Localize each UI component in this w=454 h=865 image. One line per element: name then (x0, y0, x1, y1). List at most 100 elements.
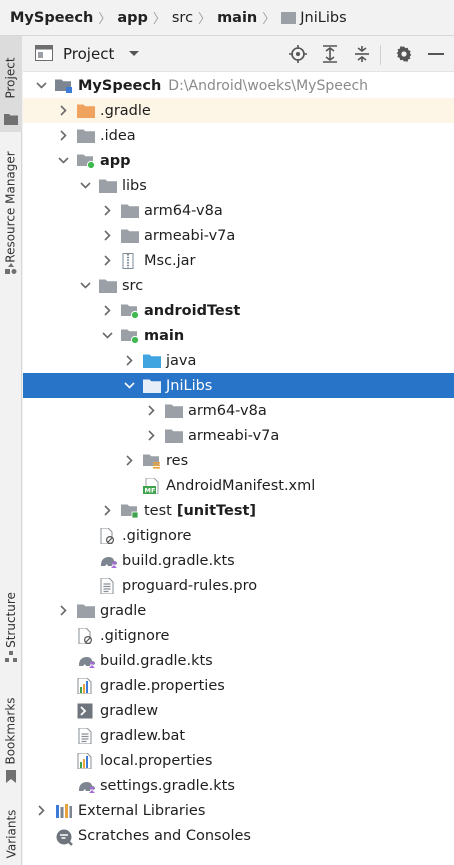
tree-node-arm64-v8a[interactable]: arm64-v8a (23, 198, 454, 223)
chevron-right-icon[interactable] (101, 505, 113, 517)
tree-node-src[interactable]: src (23, 273, 454, 298)
chevron-down-icon[interactable] (123, 380, 135, 392)
gradle-kts-icon (77, 653, 95, 669)
breadcrumb-label: main (217, 9, 258, 26)
tree-node-label: test (144, 502, 172, 519)
tree-node-label: gradlew.bat (100, 727, 186, 744)
tree-node-jnilibs[interactable]: JniLibs (23, 373, 454, 398)
locate-button[interactable] (288, 44, 308, 64)
scratches-icon (55, 828, 73, 846)
tree-node-label: .gitignore (100, 627, 170, 644)
tree-node-libs[interactable]: libs (23, 173, 454, 198)
tree-node-gitignore[interactable]: .gitignore (23, 523, 454, 548)
view-mode-selector[interactable]: Project (63, 45, 140, 63)
tree-node-gradlew-bat[interactable]: gradlew.bat (23, 723, 454, 748)
chevron-right-icon[interactable] (35, 805, 47, 817)
settings-icon (396, 46, 412, 62)
chevron-right-icon[interactable] (101, 255, 113, 267)
tree-node-build-gradle-kts[interactable]: build.gradle.kts (23, 648, 454, 673)
tree-node-label: main (144, 327, 185, 344)
breadcrumb: MySpeech 〉 app 〉 src 〉 main 〉 JniLibs (0, 0, 454, 36)
tree-node-gradle[interactable]: .gradle (23, 98, 454, 123)
tree-node-label: arm64-v8a (144, 202, 223, 219)
chevron-right-icon[interactable] (101, 305, 113, 317)
text-file-icon (77, 727, 95, 744)
expand-all-button[interactable] (320, 44, 340, 64)
tree-node-gitignore[interactable]: .gitignore (23, 623, 454, 648)
folder-icon (165, 403, 183, 419)
breadcrumb-item-src[interactable]: src (172, 10, 193, 26)
folder-icon (143, 378, 161, 394)
chevron-right-icon[interactable] (57, 130, 69, 142)
collapse-all-icon (355, 46, 369, 62)
tree-node-gradlew[interactable]: gradlew (23, 698, 454, 723)
tree-node-label: AndroidManifest.xml (166, 477, 316, 494)
gradle-kts-icon (77, 778, 95, 794)
structure-icon (5, 651, 17, 662)
chevron-down-icon[interactable] (57, 155, 69, 167)
breadcrumb-item-app[interactable]: app (117, 10, 148, 26)
chevron-right-icon[interactable] (57, 105, 69, 117)
module-app-icon (77, 153, 96, 169)
tree-node-label: src (122, 277, 144, 294)
tree-node-local-properties[interactable]: local.properties (23, 748, 454, 773)
tree-node-label: gradlew (100, 702, 159, 719)
tree-node-armeabi-v7a[interactable]: armeabi-v7a (23, 423, 454, 448)
chevron-right-icon[interactable] (145, 405, 157, 417)
settings-button[interactable] (394, 44, 414, 64)
libraries-icon (55, 803, 73, 819)
tree-node-build-gradle-kts[interactable]: build.gradle.kts (23, 548, 454, 573)
tool-tab-variants[interactable]: Variants (0, 804, 22, 864)
tree-node-androidtest[interactable]: androidTest (23, 298, 454, 323)
chevron-right-icon[interactable] (145, 430, 157, 442)
tree-node-res[interactable]: res (23, 448, 454, 473)
tree-node-idea[interactable]: .idea (23, 123, 454, 148)
tree-node-label: Msc.jar (144, 252, 196, 269)
resource-manager-icon (5, 263, 17, 274)
gitignore-icon (77, 627, 95, 644)
hide-panel-button[interactable] (426, 44, 446, 64)
folder-icon (121, 203, 139, 219)
chevron-down-icon[interactable] (35, 80, 47, 92)
tree-node-gradle[interactable]: gradle (23, 598, 454, 623)
tree-node-app[interactable]: app (23, 148, 454, 173)
tree-node-msc-jar[interactable]: Msc.jar (23, 248, 454, 273)
tree-node-myspeech[interactable]: MySpeech D:\Android\woeks\MySpeech (23, 73, 454, 98)
breadcrumb-item-main[interactable]: main (217, 10, 257, 26)
tool-tab-project[interactable]: Project (0, 36, 22, 132)
chevron-right-icon[interactable] (57, 605, 69, 617)
tree-node-label: androidTest (144, 302, 241, 319)
chevron-right-icon[interactable] (123, 355, 135, 367)
tree-node-armeabi-v7a[interactable]: armeabi-v7a (23, 223, 454, 248)
tree-node-test[interactable]: test [unitTest] (23, 498, 454, 523)
chevron-right-icon[interactable] (101, 230, 113, 242)
tree-node-label: JniLibs (166, 377, 213, 394)
chevron-down-icon[interactable] (79, 280, 91, 292)
tree-node-label: proguard-rules.pro (122, 577, 258, 594)
tool-tab-structure[interactable]: Structure (0, 586, 22, 666)
tree-node-proguard-rules-pro[interactable]: proguard-rules.pro (23, 573, 454, 598)
tool-tab-project-label: Project (4, 57, 18, 99)
tree-node-scratches-and-consoles[interactable]: Scratches and Consoles (23, 823, 454, 848)
chevron-down-icon[interactable] (79, 180, 91, 192)
project-path: D:\Android\woeks\MySpeech (168, 77, 369, 94)
tool-tab-resource-manager[interactable]: Resource Manager (0, 148, 22, 278)
tree-node-label: .idea (100, 127, 136, 144)
tree-node-main[interactable]: main (23, 323, 454, 348)
chevron-right-icon[interactable] (101, 205, 113, 217)
folder-icon (77, 128, 95, 144)
tool-tab-bookmarks[interactable]: Bookmarks (0, 688, 22, 786)
tree-node-androidmanifest-xml[interactable]: MF AndroidManifest.xml (23, 473, 454, 498)
tree-node-gradle-properties[interactable]: gradle.properties (23, 673, 454, 698)
tree-node-external-libraries[interactable]: External Libraries (23, 798, 454, 823)
tree-node-java[interactable]: java (23, 348, 454, 373)
collapse-all-button[interactable] (352, 44, 372, 64)
folder-icon (99, 278, 117, 294)
chevron-right-icon[interactable] (123, 455, 135, 467)
tree-node-arm64-v8a[interactable]: arm64-v8a (23, 398, 454, 423)
tree-node-label: MySpeech (78, 77, 162, 94)
tree-node-settings-gradle-kts[interactable]: settings.gradle.kts (23, 773, 454, 798)
chevron-down-icon[interactable] (101, 330, 113, 342)
breadcrumb-item-jnilibs[interactable]: JniLibs (281, 10, 347, 26)
breadcrumb-item-myspeech[interactable]: MySpeech (10, 10, 93, 26)
